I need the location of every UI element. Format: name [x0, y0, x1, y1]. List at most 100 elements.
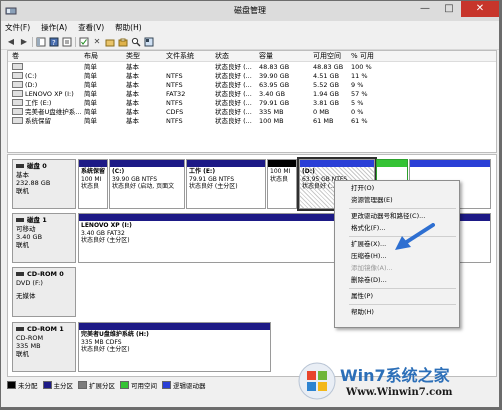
disk-0-label[interactable]: 磁盘 0 基本 232.88 GB 联机 — [12, 159, 76, 209]
svg-text:?: ? — [52, 39, 56, 47]
legend-unallocated: 未分配 — [7, 380, 38, 390]
volume-name: (D:) — [25, 81, 38, 89]
volume-cell: 1.94 GB — [313, 90, 340, 98]
column-header-status[interactable]: 状态 — [215, 51, 229, 61]
volume-row[interactable]: 系统保留 简单 基本 NTFS 状态良好 (... 100 MB 61 MB 61 % — [8, 117, 496, 126]
menu-item-extend-volume[interactable]: 扩展卷(X)... — [351, 239, 386, 250]
menu-separator — [349, 304, 456, 305]
legend-logical-drive: 逻辑驱动器 — [162, 380, 206, 390]
volume-name-cell: 完美者U盘维护系... — [12, 108, 81, 117]
partition-c[interactable]: (C:) 39.90 GB NTFS 状态良好 (启动, 页面文 — [109, 159, 185, 209]
column-header-volume[interactable]: 卷 — [12, 51, 19, 61]
properties-icon[interactable] — [62, 37, 72, 47]
legend-free-space: 可用空间 — [120, 380, 157, 390]
volume-drive-icon — [12, 99, 23, 106]
menu-view[interactable]: 查看(V) — [78, 22, 104, 33]
maximize-button[interactable]: □ — [437, 1, 461, 17]
delete-x-icon[interactable]: ✕ — [92, 37, 102, 47]
windows-logo-icon — [298, 362, 336, 400]
volume-cell: 63.95 GB — [259, 81, 290, 89]
volume-cell: 335 MB — [259, 108, 284, 116]
volume-cell: 简单 — [84, 81, 97, 89]
volume-cell: 61 % — [351, 117, 368, 125]
menu-item-shrink-volume[interactable]: 压缩卷(H)... — [351, 251, 387, 262]
watermark: Win7系统之家 Www.Winwin7.com — [298, 360, 494, 404]
menu-item-explorer[interactable]: 资源管理器(E) — [351, 195, 393, 206]
menu-file[interactable]: 文件(F) — [5, 22, 30, 33]
volume-drive-icon — [12, 108, 23, 115]
menu-help[interactable]: 帮助(H) — [115, 22, 142, 33]
hard-disk-icon — [16, 164, 24, 168]
volume-row[interactable]: 完美者U盘维护系... 简单 基本 CDFS 状态良好 (... 335 MB 0 MB 0 … — [8, 108, 496, 117]
view-icon[interactable] — [144, 37, 154, 47]
disk-management-window: 磁盘管理 — □ ✕ 文件(F) 操作(A) 查看(V) 帮助(H) ◀ ▶ ?… — [0, 0, 500, 408]
volume-row[interactable]: LENOVO XP (I:) 简单 基本 FAT32 状态良好 (... 3.40 GB 1… — [8, 90, 496, 99]
partition-cd-h[interactable]: 完美者U盘维护系统 (H:) 335 MB CDFS 状态良好 (主分区) — [78, 322, 271, 372]
volume-list-header: 卷 布局 类型 文件系统 状态 容量 可用空间 % 可用 — [8, 51, 496, 62]
volume-cell: 100 MB — [259, 117, 284, 125]
volume-name: LENOVO XP (I:) — [25, 90, 74, 98]
volume-cell: 100 % — [351, 63, 372, 71]
legend-primary: 主分区 — [42, 380, 73, 390]
volume-cell: CDFS — [166, 108, 184, 116]
menu-separator — [349, 208, 456, 209]
search-icon[interactable] — [131, 37, 141, 47]
volume-cell: 基本 — [126, 72, 139, 80]
partition-unallocated-100mb[interactable]: 100 MI 状态良 — [267, 159, 297, 209]
menu-item-open[interactable]: 打开(O) — [351, 183, 374, 194]
column-header-type[interactable]: 类型 — [126, 51, 140, 61]
volume-cell: 48.83 GB — [259, 63, 290, 71]
volume-cell: 状态良好 (... — [215, 63, 252, 71]
volume-cell: 基本 — [126, 63, 139, 71]
volume-cell: 状态良好 (... — [215, 108, 252, 116]
back-arrow-icon[interactable]: ◀ — [6, 37, 16, 47]
close-button[interactable]: ✕ — [461, 1, 499, 17]
volume-cell: 3.81 GB — [313, 99, 340, 107]
volume-row[interactable]: 工作 (E:) 简单 基本 NTFS 状态良好 (... 79.91 GB 3.81 GB 5… — [8, 99, 496, 108]
title-bar: 磁盘管理 — □ ✕ — [1, 1, 499, 21]
partition-system-reserved[interactable]: 系统保留 100 MI 状态良 — [78, 159, 108, 209]
cdrom-0-label[interactable]: CD-ROM 0 DVD (F:) 无媒体 — [12, 267, 76, 317]
column-header-percent-free[interactable]: % 可用 — [351, 51, 374, 61]
partition-e[interactable]: 工作 (E:) 79.91 GB NTFS 状态良好 (主分区) — [186, 159, 266, 209]
help-book-icon[interactable]: ? — [49, 37, 59, 47]
column-header-free-space[interactable]: 可用空间 — [313, 51, 341, 61]
column-header-capacity[interactable]: 容量 — [259, 51, 273, 61]
column-header-filesystem[interactable]: 文件系统 — [166, 51, 194, 61]
menu-item-help[interactable]: 帮助(H) — [351, 307, 374, 318]
volume-cell: 0 MB — [313, 108, 330, 116]
menu-item-format[interactable]: 格式化(F)... — [351, 223, 386, 234]
volume-cell: FAT32 — [166, 90, 186, 98]
disk-management-app-icon — [5, 7, 17, 15]
menu-bar: 文件(F) 操作(A) 查看(V) 帮助(H) — [1, 21, 499, 34]
volume-cell: 基本 — [126, 81, 139, 89]
minimize-button[interactable]: — — [413, 1, 437, 17]
menu-item-delete-volume[interactable]: 删除卷(D)... — [351, 275, 387, 286]
menu-separator — [349, 288, 456, 289]
volume-cell: 简单 — [84, 108, 97, 116]
menu-item-change-drive-letter[interactable]: 更改驱动器号和路径(C)... — [351, 211, 425, 222]
volume-cell: NTFS — [166, 99, 183, 107]
volume-cell: 79.91 GB — [259, 99, 290, 107]
window-title: 磁盘管理 — [234, 6, 266, 15]
volume-drive-icon — [12, 72, 23, 79]
volume-name: 完美者U盘维护系... — [25, 108, 82, 116]
volume-cell: 基本 — [126, 108, 139, 116]
forward-arrow-icon[interactable]: ▶ — [19, 37, 29, 47]
column-header-layout[interactable]: 布局 — [84, 51, 98, 61]
cdrom-icon — [16, 272, 24, 276]
volume-row[interactable]: 简单 基本 状态良好 (... 48.83 GB 48.83 GB 100 % — [8, 63, 496, 72]
volume-cell: 状态良好 (... — [215, 117, 252, 125]
volume-drive-icon — [12, 117, 23, 124]
menu-item-properties[interactable]: 属性(P) — [351, 291, 373, 302]
menu-action[interactable]: 操作(A) — [41, 22, 67, 33]
checklist-icon[interactable] — [79, 37, 89, 47]
open-folder-icon[interactable] — [118, 37, 128, 47]
cdrom-1-label[interactable]: CD-ROM 1 CD-ROM 335 MB 联机 — [12, 322, 76, 372]
volume-row[interactable]: (D:) 简单 基本 NTFS 状态良好 (... 63.95 GB 5.52 GB 9 % — [8, 81, 496, 90]
disk-1-label[interactable]: 磁盘 1 可移动 3.40 GB 联机 — [12, 213, 76, 263]
new-folder-icon[interactable] — [105, 37, 115, 47]
console-tree-icon[interactable] — [36, 37, 46, 47]
volume-row[interactable]: (C:) 简单 基本 NTFS 状态良好 (... 39.90 GB 4.51 GB 11 % — [8, 72, 496, 81]
toolbar: ◀ ▶ ? ✕ — [1, 34, 499, 50]
